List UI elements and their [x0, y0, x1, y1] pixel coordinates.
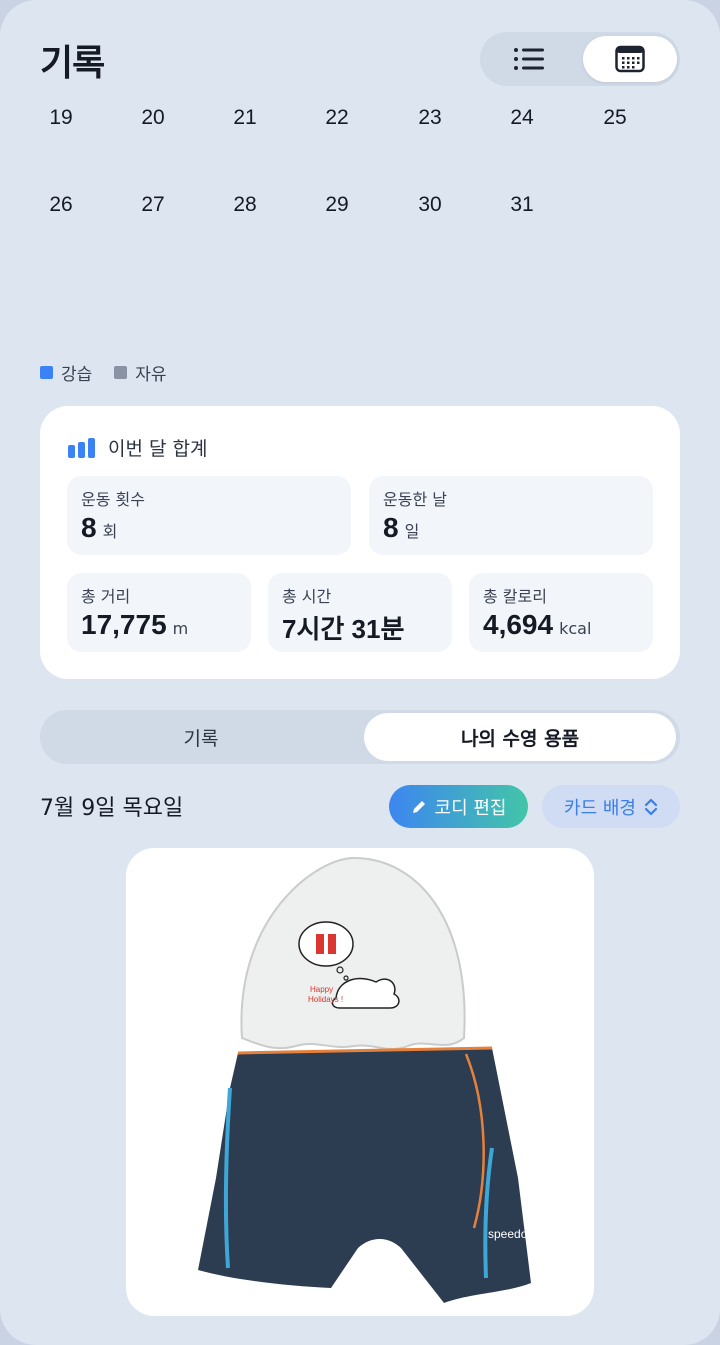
calendar-week: 19 20 21 22 23 24 25	[0, 100, 720, 187]
calendar-day[interactable]: 21	[215, 106, 275, 130]
cap-print-text: Holidays !	[308, 995, 343, 1004]
legend-item-lesson: 강습	[40, 360, 92, 385]
stat-number: 4,694	[483, 609, 554, 640]
calendar-week: 26 27 28 29 30 31	[0, 187, 720, 274]
summary-header: 이번 달 합계	[68, 434, 207, 461]
card-background-label: 카드 배경	[564, 797, 636, 819]
stat-label: 총 시간	[282, 587, 332, 606]
calendar-view-button[interactable]	[583, 36, 677, 82]
calendar-day[interactable]: 24	[492, 106, 552, 130]
calendar-day[interactable]: 31	[492, 193, 552, 217]
stat-value: 4,694 kcal	[483, 609, 591, 641]
calendar-day[interactable]: 22	[307, 106, 367, 130]
cap-print-text: Happy	[310, 985, 333, 994]
list-view-button[interactable]	[482, 36, 576, 82]
stat-label: 운동한 날	[383, 490, 447, 509]
stat-sessions: 운동 횟수 8 회	[67, 476, 351, 555]
content-tabs: 기록 나의 수영 용품	[40, 710, 680, 764]
card-background-button[interactable]: 카드 배경	[542, 785, 680, 828]
stat-value: 8 일	[383, 512, 419, 544]
summary-title: 이번 달 합계	[108, 438, 208, 460]
list-icon	[514, 48, 544, 70]
calendar-legend: 강습 자유	[40, 360, 167, 385]
stat-label: 운동 횟수	[81, 490, 145, 509]
stat-unit: 일	[404, 522, 420, 541]
stat-time: 총 시간 7시간 31분	[268, 573, 452, 652]
app-screen: 기록 19 20 21 22 23 24 25 26 27 28 29 30 3…	[0, 0, 720, 1345]
calendar-day[interactable]: 27	[123, 193, 183, 217]
stat-distance: 총 거리 17,775 m	[67, 573, 251, 652]
calendar-day[interactable]: 29	[307, 193, 367, 217]
selected-date: 7월 9일 목요일	[40, 796, 184, 821]
calendar-grid: 19 20 21 22 23 24 25 26 27 28 29 30 31	[0, 100, 720, 274]
outfit-card[interactable]: Happy Holidays ! speedo	[126, 848, 594, 1316]
swim-cap-image: Happy Holidays !	[240, 856, 466, 1050]
trunks-brand-text: speedo	[488, 1227, 528, 1241]
calendar-day[interactable]: 28	[215, 193, 275, 217]
stat-label: 총 거리	[81, 587, 131, 606]
edit-outfit-button[interactable]: 코디 편집	[389, 785, 528, 828]
stat-value: 7시간 31분	[282, 609, 404, 646]
stat-unit: 회	[102, 522, 118, 541]
calendar-icon	[615, 45, 645, 73]
bar-chart-icon	[68, 437, 95, 458]
stat-number: 7시간 31분	[282, 614, 405, 644]
legend-swatch-lesson	[40, 366, 53, 379]
stat-label: 총 칼로리	[483, 587, 547, 606]
swim-trunks-image: speedo	[198, 1046, 531, 1303]
legend-swatch-free	[114, 366, 128, 379]
pencil-icon	[412, 800, 425, 813]
stat-unit: kcal	[559, 619, 592, 638]
outfit-illustration: Happy Holidays ! speedo	[198, 856, 531, 1303]
edit-outfit-label: 코디 편집	[434, 797, 507, 819]
calendar-day[interactable]: 30	[400, 193, 460, 217]
monthly-summary-card: 이번 달 합계 운동 횟수 8 회 운동한 날 8 일 총 거리 17,775 …	[40, 406, 680, 679]
tab-records[interactable]: 기록	[42, 713, 360, 761]
stat-unit: m	[172, 619, 189, 638]
calendar-day[interactable]: 25	[585, 106, 645, 130]
page-title: 기록	[40, 43, 105, 84]
calendar-day[interactable]: 20	[123, 106, 183, 130]
calendar-day[interactable]: 19	[31, 106, 91, 130]
stat-number: 8	[383, 512, 399, 543]
tab-swim-gear[interactable]: 나의 수영 용품	[364, 713, 676, 761]
stat-calories: 총 칼로리 4,694 kcal	[469, 573, 653, 652]
stat-value: 8 회	[81, 512, 117, 544]
calendar-day[interactable]: 26	[31, 193, 91, 217]
stat-number: 8	[81, 512, 97, 543]
legend-label: 강습	[61, 365, 93, 385]
view-toggle	[480, 32, 680, 86]
legend-item-free: 자유	[114, 360, 167, 385]
chevron-up-down-icon	[644, 798, 658, 815]
calendar-day[interactable]: 23	[400, 106, 460, 130]
stat-number: 17,775	[81, 609, 167, 640]
legend-label: 자유	[135, 365, 167, 385]
stat-value: 17,775 m	[81, 609, 188, 641]
stat-days: 운동한 날 8 일	[369, 476, 653, 555]
